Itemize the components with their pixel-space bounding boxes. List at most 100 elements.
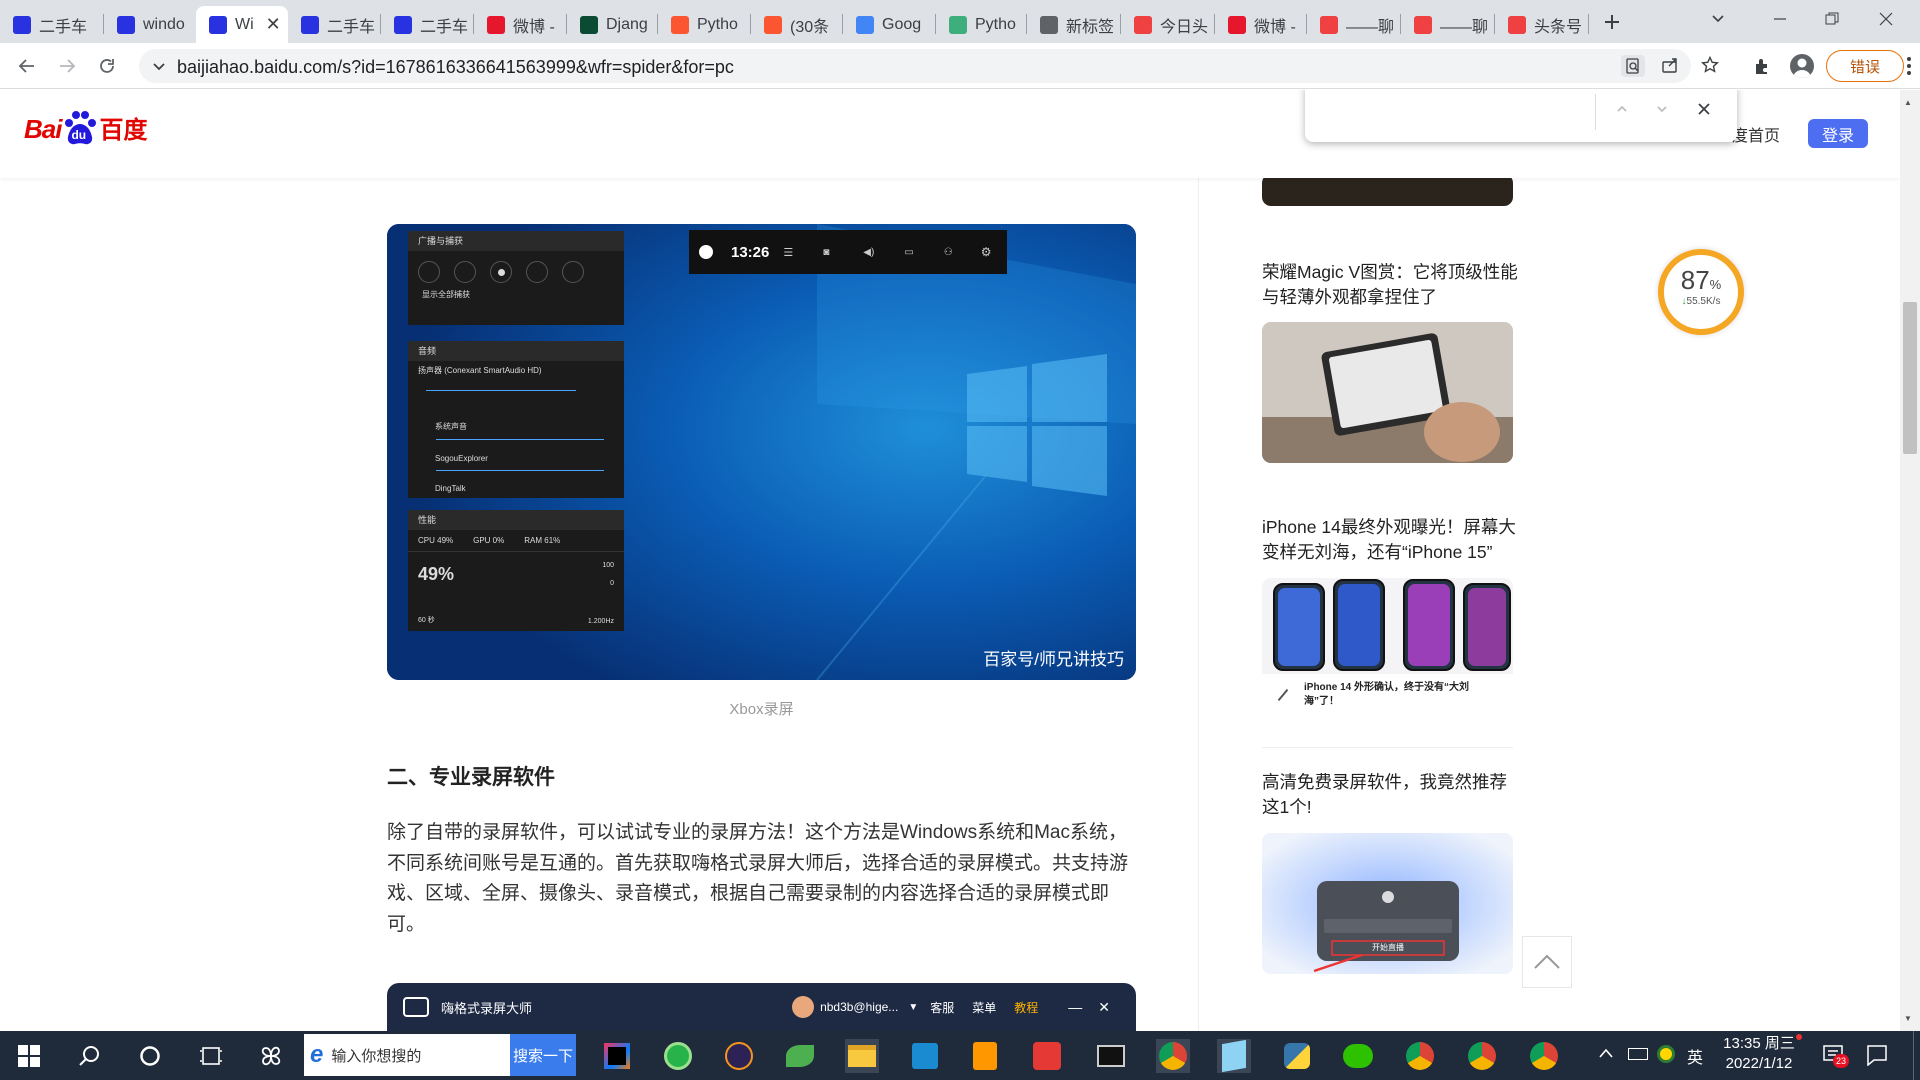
notification-count: 23: [1833, 1054, 1849, 1068]
wechat-app[interactable]: [1341, 1039, 1375, 1073]
chrome-app-2[interactable]: [1403, 1039, 1437, 1073]
page-scrollbar[interactable]: ▲ ▼: [1900, 90, 1920, 1031]
capture-panel-title: 广播与捕获: [408, 231, 624, 251]
tab-2[interactable]: Wi ✕: [196, 6, 288, 43]
extensions-button[interactable]: [1752, 56, 1772, 76]
tab-8[interactable]: (30条: [751, 6, 843, 43]
intellij-app[interactable]: [600, 1039, 634, 1073]
python-app[interactable]: [1280, 1039, 1314, 1073]
tab-10[interactable]: Pytho: [936, 6, 1027, 43]
task-view-button[interactable]: [194, 1039, 228, 1073]
tab-6[interactable]: Djang: [567, 6, 658, 43]
tab-search-button[interactable]: [1710, 10, 1726, 26]
start-button[interactable]: [12, 1039, 46, 1073]
site-info-icon[interactable]: [151, 58, 167, 74]
file-explorer-app[interactable]: [845, 1039, 879, 1073]
sidebar-thumb-0[interactable]: [1262, 174, 1513, 206]
green-leaf-app[interactable]: [783, 1039, 817, 1073]
minimize-button[interactable]: [1760, 4, 1800, 34]
pinwheel-app[interactable]: [254, 1039, 288, 1073]
ime-indicator[interactable]: 英: [1687, 1044, 1703, 1068]
tab-13[interactable]: 微博 -: [1215, 6, 1307, 43]
baidu-home-link[interactable]: 度首页: [1732, 122, 1780, 146]
figure-xbox-screenshot: 13:26 ☰ ◙ ◀) ▭ ⚇ ⚙ 广播与捕获 显示全部捕获 音频 扬声器 (…: [387, 224, 1136, 680]
tab-close-icon[interactable]: ✕: [266, 14, 281, 35]
scroll-up-arrow-icon[interactable]: ▲: [1904, 98, 1912, 107]
baidu-logo[interactable]: Bai du 百度: [24, 110, 147, 145]
tab-1[interactable]: windo: [104, 6, 197, 43]
reload-button[interactable]: [92, 51, 122, 81]
tab-15[interactable]: ——聊: [1401, 6, 1495, 43]
translate-icon: [856, 15, 874, 34]
back-to-top-button[interactable]: [1522, 936, 1572, 988]
game-bar-time: 13:26: [731, 243, 770, 261]
tab-3[interactable]: 二手车: [288, 6, 381, 43]
menu-button[interactable]: [1906, 56, 1912, 76]
action-center-button[interactable]: [1866, 1044, 1888, 1066]
taskbar-search-button[interactable]: 搜索一下: [510, 1034, 576, 1076]
sidebar-thumb-2[interactable]: iPhone 14 外形确认，终于没有“大刘海”了！: [1262, 578, 1513, 715]
360-browser-app[interactable]: [661, 1039, 695, 1073]
thumb-start-live: 开始直播: [1372, 943, 1404, 952]
profile-avatar[interactable]: [1790, 54, 1814, 78]
restore-button[interactable]: [1812, 4, 1852, 34]
address-bar[interactable]: baijiahao.baidu.com/s?id=167861633664156…: [139, 49, 1719, 83]
watermark: 百家号/师兄讲技巧: [983, 650, 1124, 669]
security-tray-icon[interactable]: [1657, 1045, 1675, 1063]
new-tab-button[interactable]: [1598, 8, 1626, 36]
article-paragraph: 除了自带的录屏软件，可以试试专业的录屏方法！这个方法是Windows系统和Mac…: [387, 822, 1129, 935]
chrome-app-1[interactable]: [1156, 1039, 1190, 1073]
notification-center-button[interactable]: 23: [1822, 1044, 1849, 1068]
battery-icon[interactable]: [1628, 1048, 1648, 1060]
bookmark-button[interactable]: [1701, 56, 1719, 74]
scrollbar-thumb[interactable]: [1903, 302, 1917, 454]
network-speed-widget[interactable]: 87% ↓55.5K/s: [1658, 249, 1744, 335]
error-badge[interactable]: 错误: [1826, 50, 1904, 82]
sidebar-thumb-1[interactable]: [1262, 322, 1513, 463]
eclipse-app[interactable]: [722, 1039, 756, 1073]
chevron-up-icon: [1599, 1048, 1613, 1058]
login-button[interactable]: 登录: [1808, 119, 1868, 148]
tab-7[interactable]: Pytho: [658, 6, 751, 43]
sublime-app[interactable]: [968, 1039, 1002, 1073]
sidebar-title-3[interactable]: 高清免费录屏软件，我竟然推荐这1个!: [1262, 770, 1522, 820]
notepad-app[interactable]: [1217, 1039, 1251, 1073]
scroll-down-arrow-icon[interactable]: ▼: [1904, 1014, 1912, 1023]
sidebar-title-2[interactable]: iPhone 14最终外观曝光！屏幕大变样无刘海，还有“iPhone 15”: [1262, 515, 1522, 565]
tray-expand-button[interactable]: [1598, 1047, 1614, 1059]
close-window-button[interactable]: [1866, 4, 1906, 34]
forward-button[interactable]: [52, 51, 82, 81]
share-button[interactable]: [1661, 56, 1679, 74]
chrome-icon: [1159, 1042, 1187, 1070]
cortana-button[interactable]: [133, 1039, 167, 1073]
chrome-app-3[interactable]: [1465, 1039, 1499, 1073]
tab-11[interactable]: 新标签: [1027, 6, 1121, 43]
tab-0[interactable]: 二手车: [0, 6, 104, 43]
terminal-app[interactable]: [1094, 1039, 1128, 1073]
tab-title: 微博 -: [1254, 18, 1296, 36]
csdn-icon: [764, 15, 782, 34]
publisher-app[interactable]: [908, 1039, 942, 1073]
tab-16[interactable]: 头条号: [1495, 6, 1589, 43]
wps-app[interactable]: [1030, 1039, 1064, 1073]
tab-12[interactable]: 今日头: [1121, 6, 1215, 43]
find-in-page-button[interactable]: [1621, 55, 1645, 77]
back-button[interactable]: [12, 51, 42, 81]
sidebar-thumb-3[interactable]: 开始直播: [1262, 833, 1513, 974]
search-button[interactable]: [73, 1039, 107, 1073]
tab-4[interactable]: 二手车: [381, 6, 474, 43]
tab-14[interactable]: ——聊: [1307, 6, 1401, 43]
find-prev-button[interactable]: [1615, 102, 1629, 116]
tab-5[interactable]: 微博 -: [474, 6, 567, 43]
chrome-app-4[interactable]: [1527, 1039, 1561, 1073]
tab-9[interactable]: Goog: [843, 6, 936, 43]
show-desktop-button[interactable]: [1913, 1031, 1920, 1080]
sidebar-title-1[interactable]: 荣耀Magic V图赏：它将顶级性能与轻薄外观都拿捏住了: [1262, 260, 1522, 310]
taskbar-search-box[interactable]: e 输入你想搜的: [304, 1034, 510, 1076]
find-close-button[interactable]: [1697, 102, 1711, 116]
clock[interactable]: 13:35 周三 2022/1/12: [1714, 1034, 1804, 1074]
url-text[interactable]: baijiahao.baidu.com/s?id=167861633664156…: [177, 57, 734, 78]
find-input[interactable]: [1323, 96, 1583, 126]
baidu-paw-icon: [117, 15, 135, 34]
find-next-button[interactable]: [1655, 102, 1669, 116]
